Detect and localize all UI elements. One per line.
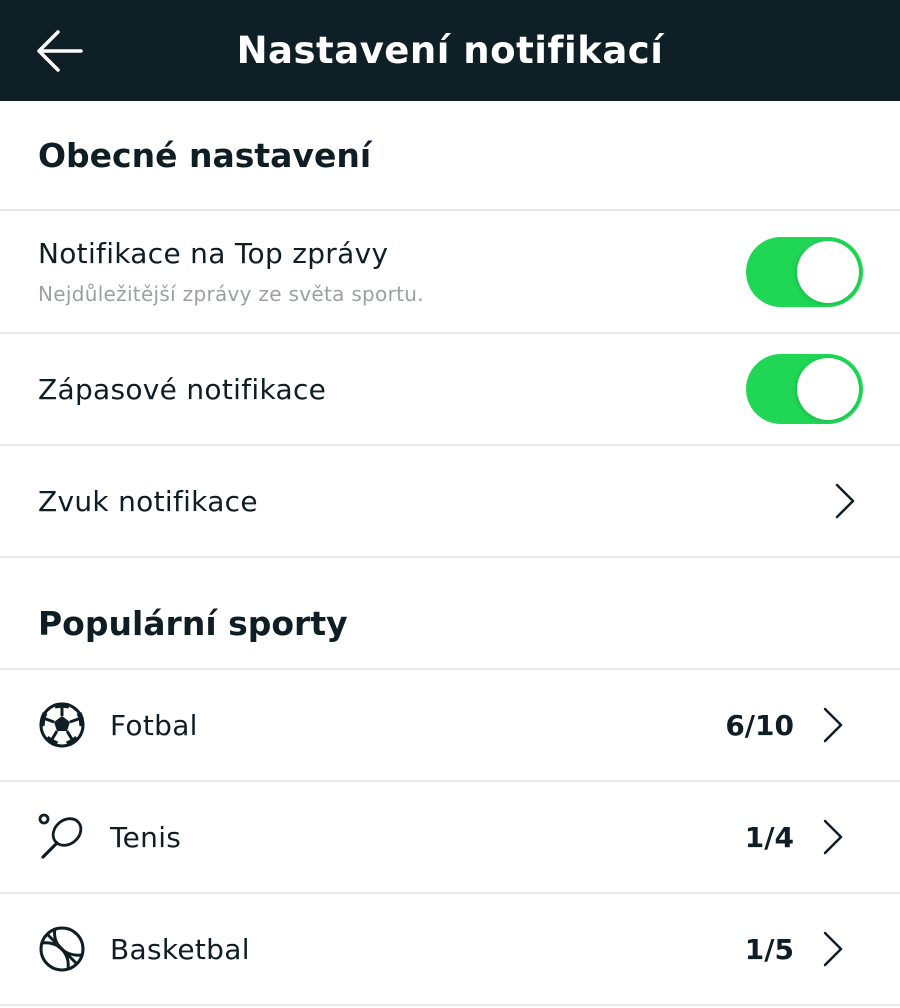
sport-count: 1/5 [744, 932, 794, 966]
sport-count: 6/10 [725, 708, 794, 742]
top-news-toggle[interactable] [746, 236, 863, 307]
soccer-ball-icon [38, 701, 86, 749]
chevron-right-icon [818, 817, 848, 857]
toggle-knob [797, 240, 859, 303]
sport-row-tennis[interactable]: Tenis 1/4 [0, 782, 900, 894]
sport-label: Fotbal [110, 708, 198, 742]
setting-row-top-news: Notifikace na Top zprávy Nejdůležitější … [0, 211, 900, 334]
sport-row-football[interactable]: Fotbal 6/10 [0, 670, 900, 782]
chevron-right-icon [818, 705, 848, 745]
arrow-left-icon [37, 30, 83, 72]
chevron-right-icon [818, 929, 848, 969]
section-title-general: Obecné nastavení [0, 101, 900, 211]
setting-label: Notifikace na Top zprávy [38, 237, 389, 270]
chevron-right-icon [830, 481, 860, 521]
back-button[interactable] [34, 27, 86, 75]
app-header: Nastavení notifikací [0, 0, 900, 101]
toggle-knob [797, 358, 859, 420]
setting-row-sound[interactable]: Zvuk notifikace [0, 446, 900, 558]
sport-count: 1/4 [744, 820, 794, 854]
setting-subtitle: Nejdůležitější zprávy ze světa sportu. [38, 282, 424, 306]
sport-row-basketball[interactable]: Basketbal 1/5 [0, 894, 900, 1006]
basketball-icon [38, 925, 86, 973]
setting-label: Zvuk notifikace [38, 484, 258, 518]
setting-label: Zápasové notifikace [38, 372, 327, 406]
sport-label: Basketbal [110, 932, 250, 966]
page-title: Nastavení notifikací [236, 29, 664, 72]
sport-label: Tenis [110, 820, 182, 854]
section-title-popular: Populární sporty [0, 558, 900, 670]
match-notifications-toggle[interactable] [746, 354, 863, 424]
setting-row-match: Zápasové notifikace [0, 334, 900, 446]
tennis-racket-icon [38, 813, 86, 861]
